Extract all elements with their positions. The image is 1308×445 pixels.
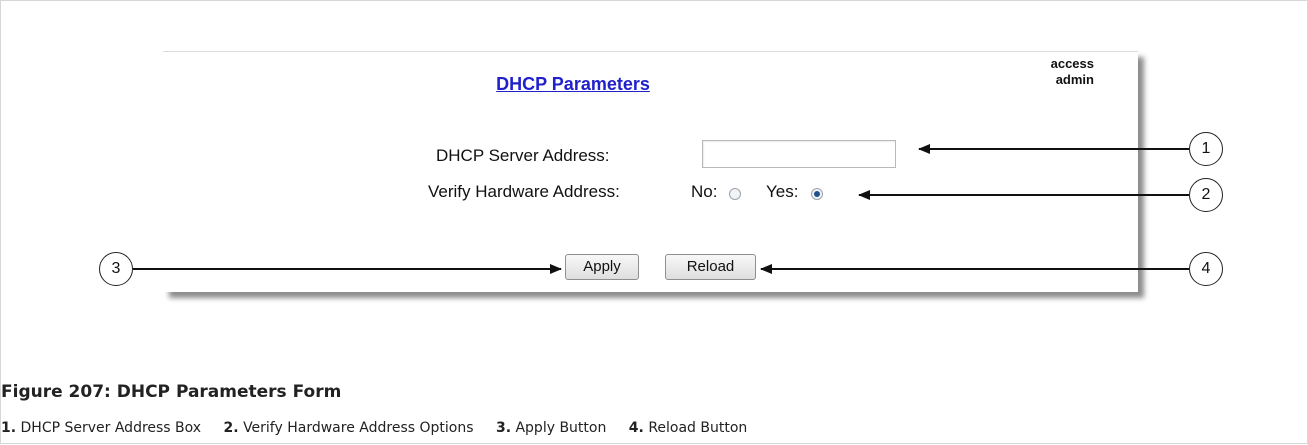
legend-item: 2. Verify Hardware Address Options: [223, 420, 474, 436]
callout-arrows: [133, 144, 1189, 274]
callout-2: 2: [1189, 178, 1223, 212]
legend-item: 4. Reload Button: [628, 420, 748, 436]
figure-legend: 1. DHCP Server Address Box 2. Verify Har…: [1, 420, 765, 436]
legend-item: 1. DHCP Server Address Box: [1, 420, 202, 436]
legend-item: 3. Apply Button: [495, 420, 607, 436]
callout-4: 4: [1189, 252, 1223, 286]
figure-caption: Figure 207: DHCP Parameters Form: [1, 382, 342, 402]
callout-1: 1: [1189, 132, 1223, 166]
figure-frame: DHCP Parameters access admin DHCP Server…: [0, 0, 1308, 444]
callout-3: 3: [99, 252, 133, 286]
